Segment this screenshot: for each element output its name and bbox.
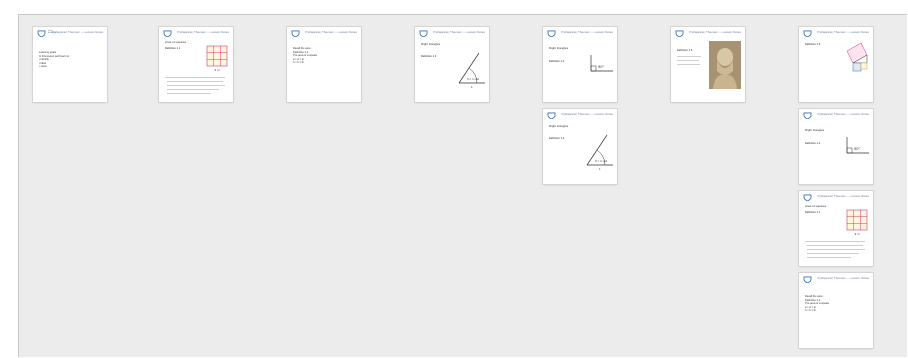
- slide-header: Pythagoras' Theorem — Lesson Notes: [415, 27, 489, 39]
- slide-header: Spirit Academy Pythagoras' Theorem — Less…: [33, 27, 107, 39]
- text-line: • solve: [39, 65, 47, 69]
- triangle-diagram: θ = 1 rad 1: [586, 134, 613, 171]
- slide-thumbnail[interactable]: Pythagoras' Theorem — Lesson Notes Right…: [543, 109, 617, 184]
- angle-label: θ = 1 rad: [467, 77, 479, 81]
- grid-diagram: 3 m: [206, 45, 228, 72]
- deck-title: Pythagoras' Theorem — Lesson Notes: [177, 30, 229, 34]
- deck-title: Pythagoras' Theorem — Lesson Notes: [51, 30, 103, 34]
- slide-thumbnail[interactable]: Pythagoras' Theorem — Lesson Notes Defin…: [799, 27, 873, 102]
- deck-title: Pythagoras' Theorem — Lesson Notes: [561, 30, 613, 34]
- deck-title: Pythagoras' Theorem — Lesson Notes: [817, 30, 869, 34]
- deck-title: Pythagoras' Theorem — Lesson Notes: [689, 30, 741, 34]
- slide-header: Pythagoras' Theorem — Lesson Notes: [799, 109, 873, 121]
- shield-icon: [547, 112, 556, 119]
- slide-heading: Area of squares: [165, 40, 187, 44]
- definition-label: Definition 1.4: [549, 60, 565, 63]
- slide-header: Pythagoras' Theorem — Lesson Notes: [799, 27, 873, 39]
- shield-icon: [37, 30, 46, 37]
- slide-body: Definition 1.4: [805, 142, 841, 146]
- slide-heading: Right triangles: [421, 42, 441, 46]
- slide-thumbnail[interactable]: Pythagoras' Theorem — Lesson Notes Area …: [799, 191, 873, 266]
- definition-label: Definition 1.1: [165, 47, 181, 50]
- slide-body: Definition 1.5: [677, 49, 703, 65]
- grid-bottom-label: 3 m: [854, 232, 860, 236]
- definition-label: Definition 1.3: [549, 137, 565, 140]
- deck-title: Pythagoras' Theorem — Lesson Notes: [817, 194, 869, 198]
- slide-thumbnail[interactable]: Pythagoras' Theorem — Lesson Notes Recal…: [799, 273, 873, 348]
- pythagoras-diagram: [846, 42, 868, 72]
- slide-thumbnail[interactable]: Pythagoras' Theorem — Lesson Notes Recal…: [287, 27, 361, 102]
- slide-header: Pythagoras' Theorem — Lesson Notes: [799, 273, 873, 285]
- angle-label: 90°: [854, 146, 860, 151]
- slide-heading: Area of squares: [805, 204, 827, 208]
- shield-icon: [291, 30, 300, 37]
- shield-icon: [803, 276, 812, 283]
- deck-title: Pythagoras' Theorem — Lesson Notes: [305, 30, 357, 34]
- slide-header: Pythagoras' Theorem — Lesson Notes: [671, 27, 745, 39]
- slide-thumbnail[interactable]: Pythagoras' Theorem — Lesson Notes Right…: [799, 109, 873, 184]
- bust-photo: [709, 41, 741, 89]
- grid-bottom-label: 3 m: [214, 68, 220, 72]
- slide-body: Definition 1.4: [549, 60, 585, 64]
- slide-body: Definition 1.3: [421, 55, 451, 59]
- slide-header: Pythagoras' Theorem — Lesson Notes: [543, 109, 617, 121]
- slide-body: Definition 1.3: [549, 137, 579, 141]
- side-label: 1: [471, 85, 473, 89]
- definition-label: Definition 1.5: [677, 49, 693, 52]
- slide-heading: Right triangles: [805, 128, 825, 132]
- slide-header: Pythagoras' Theorem — Lesson Notes: [799, 191, 873, 203]
- shield-icon: [675, 30, 684, 37]
- text-line: b × b = b²: [805, 309, 817, 313]
- angle-label: θ = 1 rad: [595, 159, 607, 163]
- shield-icon: [803, 112, 812, 119]
- deck-title: Pythagoras' Theorem — Lesson Notes: [817, 276, 869, 280]
- slide-thumbnail[interactable]: Pythagoras' Theorem — Lesson Notes Defin…: [671, 27, 745, 102]
- deck-title: Pythagoras' Theorem — Lesson Notes: [433, 30, 485, 34]
- slide-header: Pythagoras' Theorem — Lesson Notes: [159, 27, 233, 39]
- right-angle-diagram: 90°: [590, 55, 613, 72]
- side-label: 1: [599, 167, 601, 171]
- slide-body: Definition 1.6: [805, 43, 839, 47]
- slide-body: Definition 1.1: [165, 47, 195, 51]
- slide-sorter-canvas: Spirit Academy Pythagoras' Theorem — Less…: [18, 14, 907, 357]
- triangle-diagram: θ = 1 rad 1: [458, 52, 485, 89]
- grid-diagram: 3 m: [846, 209, 868, 236]
- shield-icon: [803, 30, 812, 37]
- slide-thumbnail[interactable]: Pythagoras' Theorem — Lesson Notes Right…: [415, 27, 489, 102]
- definition-label: Definition 1.4: [805, 142, 821, 145]
- slide-body: Definition 1.1: [805, 211, 835, 215]
- deck-title: Pythagoras' Theorem — Lesson Notes: [561, 112, 613, 116]
- right-angle-diagram: 90°: [846, 137, 869, 154]
- slide-thumbnail[interactable]: Pythagoras' Theorem — Lesson Notes Right…: [543, 27, 617, 102]
- slide-body: Recall the area Definition 1.2 The area …: [293, 47, 355, 65]
- slide-heading: Right triangles: [549, 124, 569, 128]
- definition-label: Definition 1.6: [805, 43, 821, 46]
- slide-header: Pythagoras' Theorem — Lesson Notes: [543, 27, 617, 39]
- shield-icon: [419, 30, 428, 37]
- slide-thumbnail[interactable]: Pythagoras' Theorem — Lesson Notes Area …: [159, 27, 233, 102]
- slide-heading: Right triangles: [549, 46, 569, 50]
- definition-label: Definition 1.3: [421, 55, 437, 58]
- definition-label: Definition 1.1: [805, 211, 821, 214]
- slide-header: Pythagoras' Theorem — Lesson Notes: [287, 27, 361, 39]
- shield-icon: [163, 30, 172, 37]
- slide-thumbnail[interactable]: Spirit Academy Pythagoras' Theorem — Less…: [33, 27, 107, 102]
- shield-icon: [803, 194, 812, 201]
- slide-body: Recall the area Definition 1.2 The area …: [805, 295, 867, 313]
- deck-title: Pythagoras' Theorem — Lesson Notes: [817, 112, 869, 116]
- text-line: b × b = b²: [293, 61, 305, 65]
- angle-label: 90°: [598, 64, 604, 69]
- slide-body: Learning goals In this lesson we'll lear…: [39, 51, 79, 69]
- shield-icon: [547, 30, 556, 37]
